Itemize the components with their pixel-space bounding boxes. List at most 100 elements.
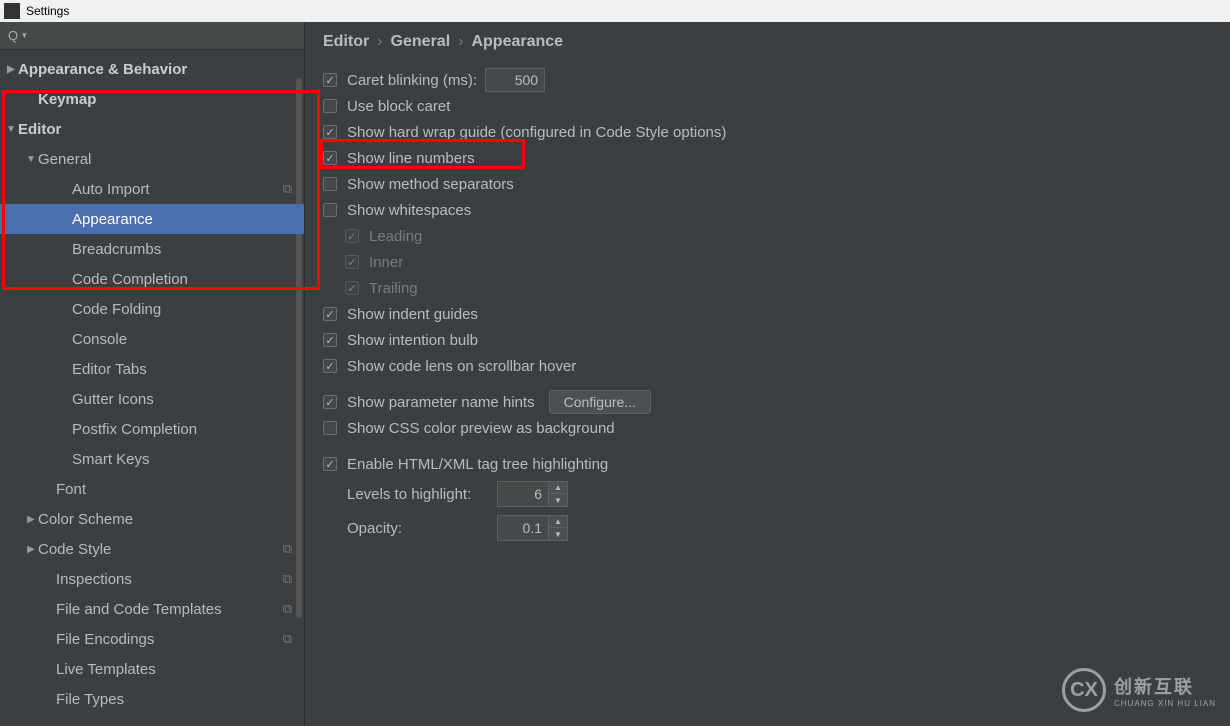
- method-separators-checkbox[interactable]: [323, 177, 337, 191]
- scope-badge-icon: ⧉: [283, 181, 292, 197]
- tree-item-label: Inspections: [56, 571, 132, 588]
- tree-toggle-icon[interactable]: ▶: [24, 514, 38, 525]
- tree-item[interactable]: Smart Keys: [0, 444, 304, 474]
- html-xml-label: Enable HTML/XML tag tree highlighting: [347, 456, 608, 473]
- tree-item[interactable]: ▶Appearance & Behavior: [0, 54, 304, 84]
- levels-label: Levels to highlight:: [347, 486, 497, 503]
- tree-item[interactable]: Auto Import ⧉: [0, 174, 304, 204]
- spinner-up-icon[interactable]: ▲: [549, 482, 567, 494]
- tree-item[interactable]: Postfix Completion: [0, 414, 304, 444]
- scope-badge-icon: ⧉: [283, 631, 292, 647]
- param-hints-label: Show parameter name hints: [347, 394, 535, 411]
- indent-guides-label: Show indent guides: [347, 306, 478, 323]
- tree-item[interactable]: Code Completion: [0, 264, 304, 294]
- tree-item-label: Live Templates: [56, 661, 156, 678]
- hard-wrap-checkbox[interactable]: [323, 125, 337, 139]
- spinner-up-icon[interactable]: ▲: [549, 516, 567, 528]
- html-xml-checkbox[interactable]: [323, 457, 337, 471]
- tree-toggle-icon[interactable]: ▶: [4, 64, 18, 75]
- whitespaces-checkbox[interactable]: [323, 203, 337, 217]
- tree-item-label: Appearance & Behavior: [18, 61, 187, 78]
- tree-item-label: Code Completion: [72, 271, 188, 288]
- css-preview-label: Show CSS color preview as background: [347, 420, 615, 437]
- tree-item-label: Smart Keys: [72, 451, 150, 468]
- crumb-editor[interactable]: Editor: [323, 33, 369, 51]
- leading-checkbox: [345, 229, 359, 243]
- tree-item[interactable]: Appearance: [0, 204, 304, 234]
- intention-bulb-checkbox[interactable]: [323, 333, 337, 347]
- indent-guides-checkbox[interactable]: [323, 307, 337, 321]
- whitespaces-label: Show whitespaces: [347, 202, 471, 219]
- tree-item-label: Font: [56, 481, 86, 498]
- search-bar[interactable]: Q ▾: [0, 22, 304, 50]
- tree-item-label: Breadcrumbs: [72, 241, 161, 258]
- tree-item-label: Auto Import: [72, 181, 150, 198]
- tree-item-label: File Encodings: [56, 631, 154, 648]
- tree-item-label: General: [38, 151, 91, 168]
- spinner-down-icon[interactable]: ▼: [549, 494, 567, 506]
- tree-item-label: Keymap: [38, 91, 96, 108]
- levels-input[interactable]: [497, 481, 549, 507]
- window-titlebar: Settings: [0, 0, 1230, 22]
- tree-item-label: Color Scheme: [38, 511, 133, 528]
- opacity-spinner[interactable]: ▲▼: [497, 515, 568, 541]
- tree-item[interactable]: File and Code Templates⧉: [0, 594, 304, 624]
- tree-item[interactable]: Font: [0, 474, 304, 504]
- tree-item[interactable]: Live Templates: [0, 654, 304, 684]
- tree-item[interactable]: Keymap: [0, 84, 304, 114]
- tree-item[interactable]: File Types: [0, 684, 304, 714]
- tree-item[interactable]: Gutter Icons: [0, 384, 304, 414]
- crumb-separator: ›: [458, 33, 463, 51]
- chevron-down-icon[interactable]: ▾: [22, 30, 27, 41]
- settings-sidebar: Q ▾ ▶Appearance & BehaviorKeymap▼Editor▼…: [0, 22, 305, 726]
- watermark-subtext: CHUANG XIN HU LIAN: [1114, 699, 1216, 708]
- scope-badge-icon: ⧉: [283, 541, 292, 557]
- watermark: CX 创新互联 CHUANG XIN HU LIAN: [1062, 668, 1216, 712]
- tree-item[interactable]: ▼General: [0, 144, 304, 174]
- css-preview-checkbox[interactable]: [323, 421, 337, 435]
- crumb-appearance: Appearance: [471, 33, 563, 51]
- tree-toggle-icon[interactable]: ▼: [4, 124, 18, 135]
- watermark-logo: CX: [1062, 668, 1106, 712]
- inner-label: Inner: [369, 254, 403, 271]
- tree-toggle-icon[interactable]: ▼: [24, 154, 38, 165]
- line-numbers-checkbox[interactable]: [323, 151, 337, 165]
- spinner-down-icon[interactable]: ▼: [549, 528, 567, 540]
- tree-item[interactable]: Inspections ⧉: [0, 564, 304, 594]
- tree-item-label: Console: [72, 331, 127, 348]
- configure-button[interactable]: Configure...: [549, 390, 651, 414]
- scope-badge-icon: ⧉: [283, 571, 292, 587]
- opacity-label: Opacity:: [347, 520, 497, 537]
- tree-item[interactable]: ▼Editor: [0, 114, 304, 144]
- tree-item[interactable]: Console: [0, 324, 304, 354]
- search-icon: Q: [8, 28, 18, 43]
- trailing-label: Trailing: [369, 280, 418, 297]
- block-caret-checkbox[interactable]: [323, 99, 337, 113]
- trailing-checkbox: [345, 281, 359, 295]
- tree-item-label: Code Style: [38, 541, 111, 558]
- caret-blinking-input[interactable]: [485, 68, 545, 92]
- tree-item[interactable]: ▶Color Scheme: [0, 504, 304, 534]
- caret-blinking-label: Caret blinking (ms):: [347, 72, 477, 89]
- hard-wrap-label: Show hard wrap guide (configured in Code…: [347, 124, 726, 141]
- line-numbers-label: Show line numbers: [347, 150, 475, 167]
- param-hints-checkbox[interactable]: [323, 395, 337, 409]
- settings-content: Editor › General › Appearance Caret blin…: [305, 22, 1230, 726]
- levels-spinner[interactable]: ▲▼: [497, 481, 568, 507]
- opacity-input[interactable]: [497, 515, 549, 541]
- window-title: Settings: [26, 4, 69, 18]
- tree-item[interactable]: Breadcrumbs: [0, 234, 304, 264]
- crumb-general[interactable]: General: [391, 33, 451, 51]
- tree-item-label: Appearance: [72, 211, 153, 228]
- tree-item[interactable]: Editor Tabs: [0, 354, 304, 384]
- code-lens-checkbox[interactable]: [323, 359, 337, 373]
- inner-checkbox: [345, 255, 359, 269]
- tree-item[interactable]: Code Folding: [0, 294, 304, 324]
- watermark-text: 创新互联: [1114, 673, 1216, 699]
- caret-blinking-checkbox[interactable]: [323, 73, 337, 87]
- tree-item-label: Gutter Icons: [72, 391, 154, 408]
- method-separators-label: Show method separators: [347, 176, 514, 193]
- tree-toggle-icon[interactable]: ▶: [24, 544, 38, 555]
- tree-item[interactable]: ▶Code Style ⧉: [0, 534, 304, 564]
- tree-item[interactable]: File Encodings ⧉: [0, 624, 304, 654]
